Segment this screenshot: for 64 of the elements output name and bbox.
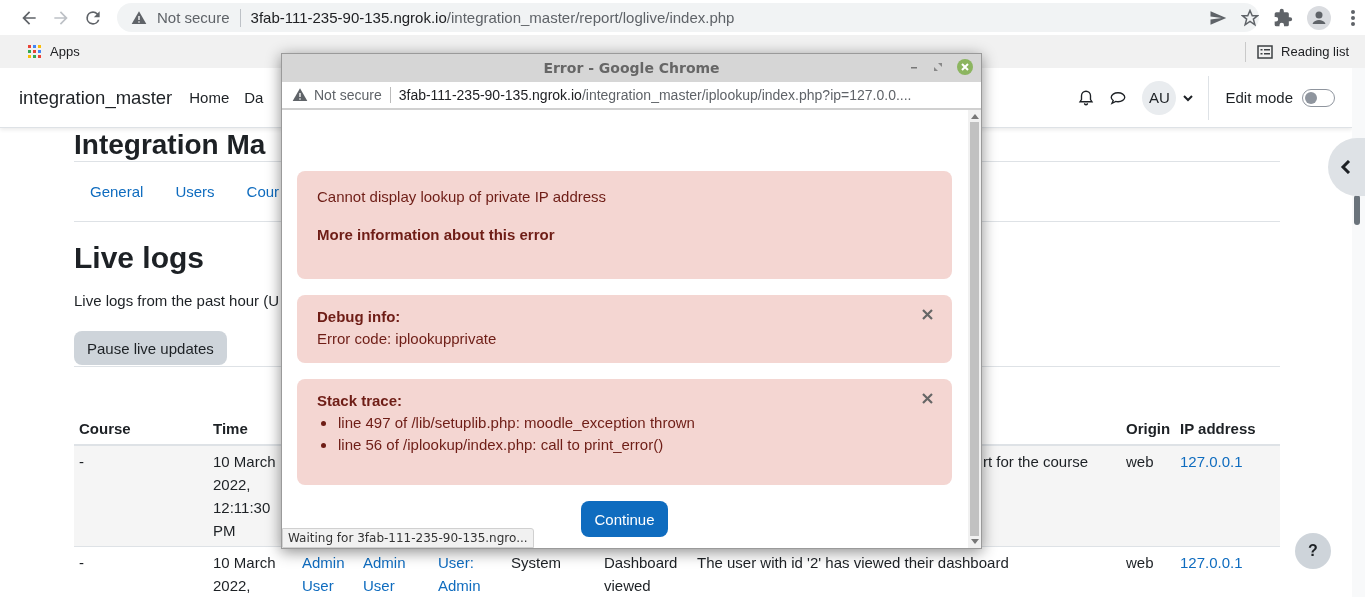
star-icon[interactable] [1241,8,1259,27]
scrollbar[interactable] [968,110,981,548]
table-cell-text: System [511,553,561,573]
alert-heading: Stack trace: [317,391,403,411]
bell-icon[interactable] [1077,88,1096,107]
table-cell-text: Dashboard viewed [604,553,679,596]
warning-icon [131,9,147,26]
user-avatar[interactable]: AU [1142,80,1177,115]
apps-grid-icon [28,45,41,58]
scroll-down-icon [970,539,979,545]
close-icon[interactable] [922,393,933,404]
table-link[interactable]: User: Admin [438,551,501,597]
pause-button[interactable]: Pause live updates [74,331,227,365]
error-message: Cannot display lookup of private IP address [317,187,607,207]
site-name[interactable]: integration_master [19,86,173,109]
puzzle-icon[interactable] [1273,7,1293,28]
table-link[interactable]: 127.0.0.1 [1180,450,1243,473]
page-heading: Integration Ma [74,128,267,161]
table-link[interactable]: 127.0.0.1 [1180,551,1243,574]
column-header: Course [78,418,132,439]
report-tab[interactable]: General [90,180,144,203]
column-header: IP address [1179,418,1257,439]
error-code: Error code: iplookupprivate [317,329,497,349]
trace-line: line 56 of /iplookup/index.php: call to print_error() [338,435,664,455]
bookmark-link[interactable]: Apps [28,44,80,59]
table-cell-text: The user with id '2' has viewed their dashboard [697,553,1009,573]
reading-list-icon[interactable] [1257,44,1274,59]
reading-list-label[interactable]: Reading list [1281,44,1349,59]
status-tooltip: Waiting for 3fab-111-235-90-135.ngro... [282,528,534,548]
trace-line: line 497 of /lib/setuplib.php: moodle_exception thrown [338,413,695,433]
warning-icon [292,87,308,103]
url-text[interactable]: 3fab-111-235-90-135.ngrok.io/integration_master/report/loglive/index.php [250,9,1209,26]
profile-icon[interactable] [1307,5,1331,30]
report-tab[interactable]: Users [175,180,215,203]
table-cell-text: rt for the course [982,452,1088,472]
scrollbar-thumb[interactable] [1354,195,1360,225]
scroll-up-icon [970,113,979,119]
intro-text: Live logs from the past hour (U [74,291,281,311]
window-title: Error - Google Chrome [543,60,720,76]
continue-button[interactable]: Continue [581,501,668,537]
bullet-icon [321,442,326,448]
table-cell-text: 10 March 2022, 12:11:30 PM [213,452,277,541]
url-text: 3fab-111-235-90-135.ngrok.io/integration_master/iplookup/index.php?ip=127.0.0.... [398,87,912,103]
alert-heading: Debug info: [317,307,401,327]
table-cell-text: - [79,452,84,472]
table-cell-text: 10 March 2022, [213,553,277,596]
security-label: Not secure [157,9,230,26]
column-header: Origin [1125,418,1172,439]
column-header: Time [212,418,249,439]
more-info-link[interactable]: More information about this error [317,224,555,246]
chevron-left-icon [1340,160,1352,174]
table-link[interactable]: Admin User [363,551,428,597]
table-cell-text: web [1126,553,1154,573]
report-tab[interactable]: Cour [246,180,280,203]
table-cell-text: web [1126,452,1154,472]
section-title: Live logs [74,240,206,276]
security-label: Not secure [314,87,382,103]
nav-link[interactable]: Home [189,89,230,106]
table-cell-text: - [79,553,84,573]
table-link[interactable]: Admin User [302,551,353,597]
bullet-icon [321,420,326,426]
close-icon[interactable] [922,309,933,320]
edit-mode-label: Edit mode [1225,89,1293,106]
nav-link[interactable]: Da [244,89,264,106]
